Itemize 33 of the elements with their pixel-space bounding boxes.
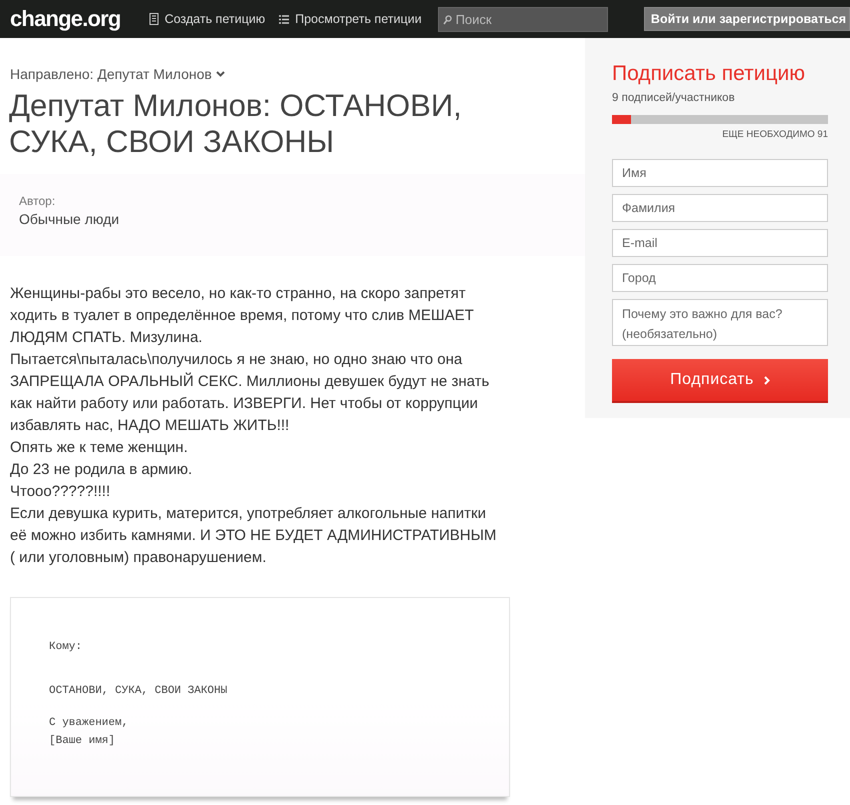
petition-paragraph: До 23 не родила в армию. (10, 460, 194, 480)
login-button[interactable]: Войти или зарегистрироваться (644, 7, 850, 31)
author-name: Обычные люди (19, 211, 120, 227)
input-field[interactable]: Имя (612, 159, 828, 187)
letter-closing: С уважением, (49, 716, 130, 731)
search-icon (442, 14, 452, 24)
search-field[interactable]: Поиск (438, 6, 608, 32)
petition-target[interactable]: Направлено: Депутат Милонов (0, 66, 585, 82)
petition-paragraph: Если девушка курить, матерится, употребляет алкогольные напитки её можно избить камнями. И ЭТО НЕ БУДЕТ АДМИНИСТРАТИВНЫМ ( или уголовным) правонарушением. (10, 504, 498, 568)
sign-button[interactable]: Подписать (612, 359, 828, 403)
input-field[interactable]: Фамилия (612, 194, 828, 222)
nav-link[interactable]: Создать петицию (148, 12, 266, 26)
letter-signature: [Ваше имя] (49, 734, 116, 749)
signature-count: 9 подписей/участников (612, 92, 736, 104)
logo[interactable]: change.org (10, 6, 121, 32)
petition-paragraph: Опять же к теме женщин. (10, 438, 189, 458)
signatures-needed: ЕЩЕ НЕОБХОДИМО 91 (721, 129, 828, 140)
input-field[interactable]: Город (612, 264, 828, 292)
chevron-right-icon (764, 376, 770, 384)
list-icon (279, 14, 290, 24)
letter-subject: ОСТАНОВИ, СУКА, СВОИ ЗАКОНЫ (49, 684, 228, 699)
input-field[interactable]: E-mail (612, 229, 828, 257)
nav-link[interactable]: Просмотреть петиции (279, 12, 422, 26)
letter-recipient: Кому: (49, 640, 84, 655)
sign-title: Подписать петицию (612, 62, 806, 86)
chevron-down-icon (216, 71, 225, 77)
petition-title: Депутат Милонов: ОСТАНОВИ, СУКА, СВОИ ЗАКОНЫ (8, 88, 463, 160)
petition-paragraph: Чтооо?????!!!! (10, 482, 112, 502)
document-icon (148, 13, 159, 25)
petition-paragraph: Пытается\пыталась\получилось я не знаю, но одно знаю что она ЗАПРЕЩАЛА ОРАЛЬНЫЙ СЕКС. Миллионы девушек будут не знать как найти работу или работать. ИЗВЕРГИ. Нет чтобы от коррупции избавлять нас, НАДО МЕШАТЬ ЖИТЬ!!! (10, 350, 490, 436)
author-label: Автор: (19, 194, 56, 208)
reason-field[interactable]: Почему это важно для вас? (необязательно) (612, 299, 828, 346)
petition-paragraph: Женщины-рабы это весело, но как-то странно, на скоро запретят ходить в туалет в определённое время, потому что слив МЕШАЕТ ЛЮДЯМ СПАТЬ. Мизулина. (10, 284, 475, 348)
